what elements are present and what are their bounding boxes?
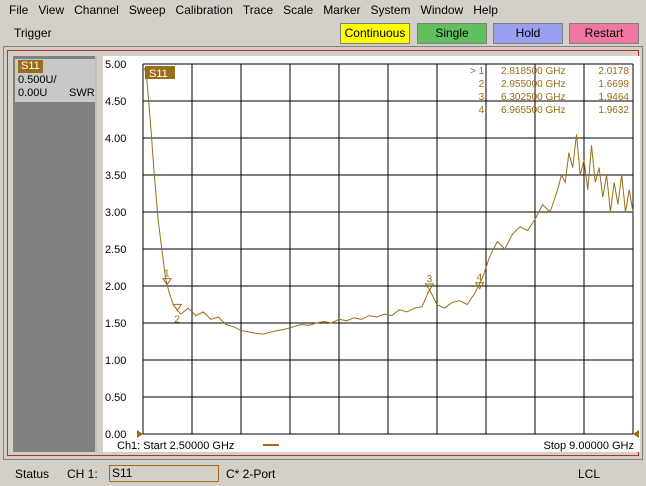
y-tick-label: 2.00 xyxy=(105,281,126,293)
marker-readout-frequency: 2.818500 GHz xyxy=(501,66,566,77)
status-trace[interactable]: S11 xyxy=(109,465,219,482)
swr-chart[interactable]: 5.00 4.50 4.00 3.50 3.00 2.50 2.00 1.50 1.00 0.50… xyxy=(103,56,640,452)
status-label: Status xyxy=(15,467,50,481)
y-tick-label: 1.00 xyxy=(105,355,126,367)
trace-tag-label: S11 xyxy=(149,68,168,80)
marker-readout-frequency: 6.965500 GHz xyxy=(501,105,566,116)
continuous-button[interactable]: Continuous xyxy=(340,23,410,44)
menu-scale[interactable]: Scale xyxy=(278,0,318,20)
menu-calibration[interactable]: Calibration xyxy=(171,0,238,20)
marker-readout-value: 2.0178 xyxy=(598,66,629,77)
trace-name: S11 xyxy=(18,60,43,73)
menu-trace[interactable]: Trace xyxy=(238,0,278,20)
y-tick-label: 3.00 xyxy=(105,207,126,219)
y-tick-label: 4.00 xyxy=(105,133,126,145)
toolbar: Trigger Continuous Single Hold Restart xyxy=(0,21,646,46)
reference-left-icon xyxy=(137,430,143,438)
menu-view[interactable]: View xyxy=(33,0,69,20)
reference-right-icon xyxy=(633,430,639,438)
marker-1-label: 1 xyxy=(164,269,170,280)
y-tick-label: 1.50 xyxy=(105,318,126,330)
single-button[interactable]: Single xyxy=(417,23,487,44)
menu-sweep[interactable]: Sweep xyxy=(124,0,171,20)
marker-3-label: 3 xyxy=(427,274,433,285)
y-tick-label: 5.00 xyxy=(105,59,126,71)
marker-readout-value: 1.9632 xyxy=(598,105,629,116)
status-channel: CH 1: xyxy=(67,467,98,481)
marker-readout-index: 3: xyxy=(479,92,487,103)
marker-4-label: 4 xyxy=(477,273,483,284)
menu-bar: File View Channel Sweep Calibration Trace Scal… xyxy=(0,0,646,20)
y-tick-label: 3.50 xyxy=(105,170,126,182)
marker-readout-frequency: 2.955000 GHz xyxy=(501,79,566,90)
restart-button[interactable]: Restart xyxy=(569,23,639,44)
marker-readout-frequency: 6.302500 GHz xyxy=(501,92,566,103)
trace-status-box[interactable]: S11 0.500U/ 0.00U SWR xyxy=(15,59,95,102)
marker-readout-value: 1.6699 xyxy=(598,79,629,90)
sweep-stop-label: Stop 9.00000 GHz xyxy=(543,440,634,452)
measurement-window: S11 0.500U/ 0.00U SWR 5.00 4.50 4.00 3.50 3.… xyxy=(3,46,643,460)
hold-button[interactable]: Hold xyxy=(493,23,563,44)
trace-scale: 0.500U/ xyxy=(18,74,57,86)
active-window-frame: S11 0.500U/ 0.00U SWR 5.00 4.50 4.00 3.50 3.… xyxy=(7,50,640,456)
menu-file[interactable]: File xyxy=(4,0,33,20)
status-bar: Status CH 1: S11 C* 2-Port LCL xyxy=(0,462,646,486)
marker-2-icon xyxy=(172,303,183,312)
trace-format: SWR xyxy=(69,87,95,99)
trigger-label: Trigger xyxy=(14,26,52,40)
marker-readout-index: 4: xyxy=(479,105,487,116)
marker-readout-index: > 1: xyxy=(470,66,487,77)
menu-system[interactable]: System xyxy=(366,0,416,20)
menu-help[interactable]: Help xyxy=(468,0,503,20)
menu-channel[interactable]: Channel xyxy=(69,0,124,20)
marker-readout-index: 2: xyxy=(479,79,487,90)
trace-panel: S11 0.500U/ 0.00U SWR xyxy=(13,56,97,452)
sweep-start-label: Ch1: Start 2.50000 GHz xyxy=(117,440,234,452)
marker-2-label: 2 xyxy=(174,314,180,325)
marker-readout-value: 1.9464 xyxy=(598,92,629,103)
y-tick-label: 4.50 xyxy=(105,96,126,108)
status-calibration: C* 2-Port xyxy=(226,467,276,481)
trace-reference: 0.00U xyxy=(18,87,48,99)
plot-area[interactable]: 5.00 4.50 4.00 3.50 3.00 2.50 2.00 1.50 1.00 0.50… xyxy=(103,56,640,452)
y-tick-label: 2.50 xyxy=(105,244,126,256)
y-tick-label: 0.50 xyxy=(105,392,126,404)
menu-marker[interactable]: Marker xyxy=(318,0,365,20)
status-mode: LCL xyxy=(578,467,601,481)
menu-window[interactable]: Window xyxy=(416,0,469,20)
